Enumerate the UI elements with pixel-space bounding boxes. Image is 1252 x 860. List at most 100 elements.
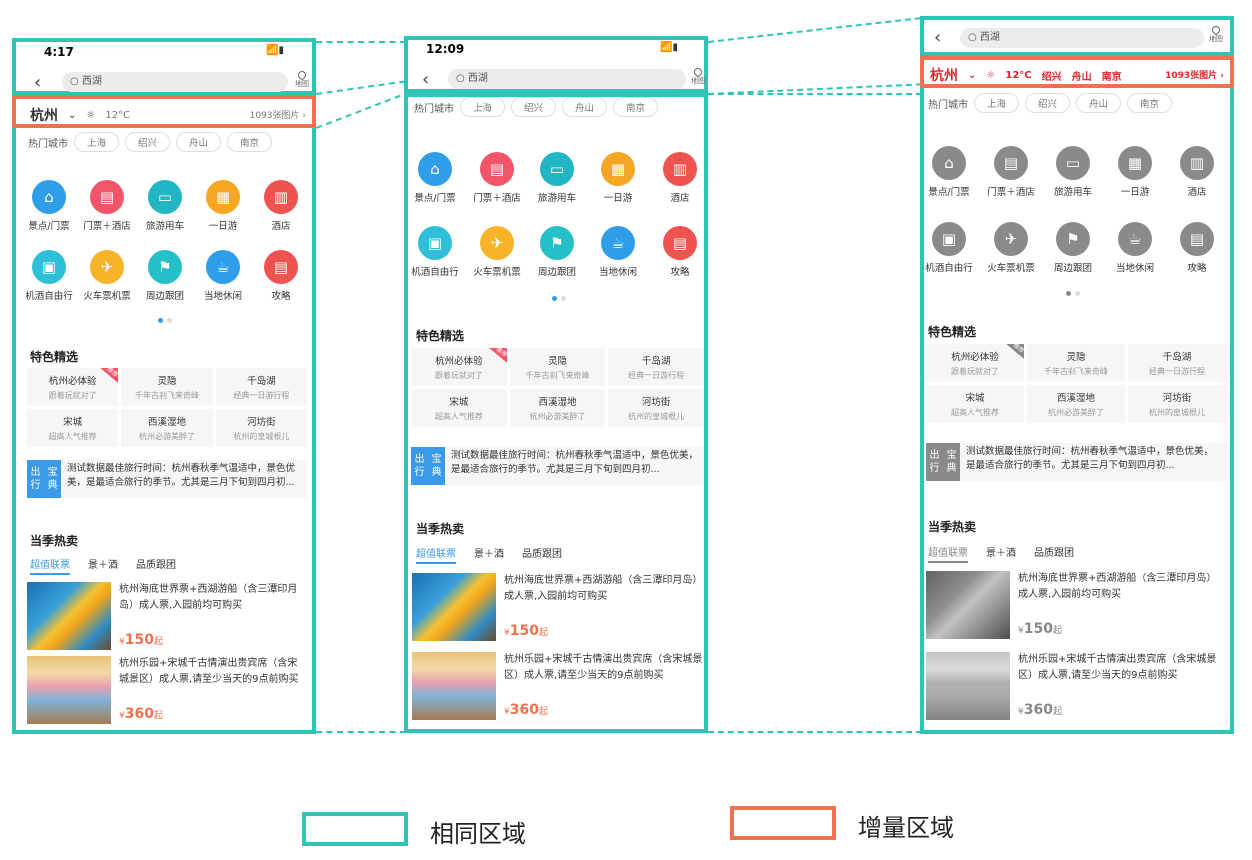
featured-item[interactable]: 西溪湿地 杭州必游美醉了	[1027, 385, 1125, 423]
tab[interactable]: 品质跟团	[136, 556, 176, 575]
icon-train[interactable]: ✈ 火车票机票	[982, 222, 1040, 274]
tab[interactable]: 景＋酒	[474, 545, 504, 564]
icon-hotel[interactable]: ▥ 酒店	[1168, 146, 1226, 198]
featured-item[interactable]: 千岛湖 经典一日游行程	[1128, 344, 1226, 382]
product-item[interactable]: 杭州乐园+宋城千古情演出贵宾席（含宋城景区）成人票,请至少当天的9点前购买 ¥36…	[926, 652, 1226, 720]
city-chip[interactable]: 南京	[1102, 68, 1122, 83]
icon-guide[interactable]: ▤ 攻略	[1168, 222, 1226, 274]
tab[interactable]: 超值联票	[928, 544, 968, 563]
featured-item[interactable]: 灵隐 千年古刹飞来奇峰	[1027, 344, 1125, 382]
icon-car[interactable]: ▭ 旅游用车	[1044, 146, 1102, 198]
travel-guide[interactable]: 出行 宝典 测试数据最佳旅行时间：杭州春秋季气温适中，景色优美，是最适合旅行的季节…	[27, 460, 307, 498]
icon-train[interactable]: ✈ 火车票机票	[468, 226, 526, 278]
icon-guide[interactable]: ▤ 攻略	[651, 226, 709, 278]
featured-item[interactable]: 河坊街 杭州的皇城根儿	[1128, 385, 1226, 423]
city-chip[interactable]: 绍兴	[1042, 68, 1062, 83]
city-chip[interactable]: 南京	[227, 132, 273, 152]
product-item[interactable]: 杭州乐园+宋城千古情演出贵宾席（含宋城景区）成人票,请至少当天的9点前购买 ¥36…	[412, 652, 704, 720]
travel-guide[interactable]: 出行 宝典 测试数据最佳旅行时间：杭州春秋季气温适中，景色优美，是最适合旅行的季节…	[411, 447, 704, 485]
icon-dayTrip[interactable]: ▦ 一日游	[1106, 146, 1164, 198]
back-icon[interactable]: ‹	[934, 28, 941, 48]
icon-leisure[interactable]: ☕ 当地休闲	[1106, 222, 1164, 274]
back-icon[interactable]: ‹	[422, 70, 429, 90]
connector-line	[316, 41, 406, 43]
legend-inc-label: 增量区域	[858, 814, 954, 842]
photo-count[interactable]: 1093张图片 ›	[1165, 68, 1224, 81]
featured-item[interactable]: 杭州必体验 跟着玩就对了 推荐	[926, 344, 1024, 382]
icon-leisure[interactable]: ☕ 当地休闲	[589, 226, 647, 278]
icon-flight-hotel[interactable]: ▣ 机酒自由行	[920, 222, 978, 274]
city-chip[interactable]: 舟山	[1072, 68, 1092, 83]
featured-item[interactable]: 杭州必体验 跟着玩就对了 推荐	[411, 348, 507, 386]
icon-label: 门票＋酒店	[473, 193, 521, 204]
chevron-down-icon[interactable]: ⌄	[68, 110, 76, 121]
icon-scenic[interactable]: ⌂ 景点/门票	[920, 146, 978, 198]
tab[interactable]: 景＋酒	[88, 556, 118, 575]
icon-ticket-hotel[interactable]: ▤ 门票＋酒店	[982, 146, 1040, 198]
city-chip[interactable]: 舟山	[562, 97, 608, 117]
city-chip[interactable]: 绍兴	[1025, 93, 1071, 113]
featured-item[interactable]: 灵隐 千年古刹飞来奇峰	[121, 368, 213, 406]
city-chip[interactable]: 舟山	[176, 132, 222, 152]
icon-guide[interactable]: ▤ 攻略	[252, 250, 310, 302]
icon-flight-hotel[interactable]: ▣ 机酒自由行	[406, 226, 464, 278]
city-chip[interactable]: 上海	[460, 97, 506, 117]
search-input[interactable]: ○ 西湖	[960, 28, 1204, 48]
map-button[interactable]: 地图	[1208, 24, 1224, 43]
city-chip[interactable]: 南京	[613, 97, 659, 117]
product-item[interactable]: 杭州乐园+宋城千古情演出贵宾席（含宋城景区）成人票,请至少当天的9点前购买 ¥36…	[27, 656, 307, 724]
city-chip[interactable]: 绍兴	[511, 97, 557, 117]
tab[interactable]: 品质跟团	[522, 545, 562, 564]
icon-tour[interactable]: ⚑ 周边跟团	[1044, 222, 1102, 274]
icon-car[interactable]: ▭ 旅游用车	[136, 180, 194, 232]
map-button[interactable]: 地图	[690, 66, 706, 85]
icon-dayTrip[interactable]: ▦ 一日游	[194, 180, 252, 232]
featured-item[interactable]: 千岛湖 经典一日游行程	[215, 368, 307, 406]
icon-flight-hotel[interactable]: ▣ 机酒自由行	[20, 250, 78, 302]
icon-hotel[interactable]: ▥ 酒店	[651, 152, 709, 204]
chevron-down-icon[interactable]: ⌄	[968, 70, 976, 81]
icon-train[interactable]: ✈ 火车票机票	[78, 250, 136, 302]
city-chip[interactable]: 上海	[974, 93, 1020, 113]
icon-scenic[interactable]: ⌂ 景点/门票	[406, 152, 464, 204]
featured-item[interactable]: 灵隐 千年古刹飞来奇峰	[509, 348, 606, 386]
search-input[interactable]: ○ 西湖	[448, 69, 686, 89]
section-title: 特色精选	[416, 329, 465, 343]
product-item[interactable]: 杭州海底世界票+西湖游船（含三潭印月岛）成人票,入园前均可购买 ¥150起	[412, 573, 704, 641]
travel-guide[interactable]: 出行 宝典 测试数据最佳旅行时间：杭州春秋季气温适中，景色优美，是最适合旅行的季节…	[926, 443, 1226, 481]
icon-dayTrip[interactable]: ▦ 一日游	[589, 152, 647, 204]
tab[interactable]: 景＋酒	[986, 544, 1016, 563]
photo-count[interactable]: 1093张图片 ›	[250, 108, 306, 121]
icon-hotel[interactable]: ▥ 酒店	[252, 180, 310, 232]
city-chip[interactable]: 舟山	[1076, 93, 1122, 113]
search-input[interactable]: ○ 西湖	[62, 72, 288, 92]
featured-item[interactable]: 宋城 超高人气推荐	[27, 409, 119, 447]
city-chip[interactable]: 上海	[74, 132, 120, 152]
icon-ticket-hotel[interactable]: ▤ 门票＋酒店	[78, 180, 136, 232]
featured-item[interactable]: 杭州必体验 跟着玩就对了 推荐	[27, 368, 119, 406]
city-name[interactable]: 杭州	[930, 65, 958, 85]
featured-item[interactable]: 西溪湿地 杭州必游美醉了	[121, 409, 213, 447]
back-icon[interactable]: ‹	[34, 73, 41, 93]
icon-car[interactable]: ▭ 旅游用车	[528, 152, 586, 204]
featured-item[interactable]: 宋城 超高人气推荐	[926, 385, 1024, 423]
tab[interactable]: 品质跟团	[1034, 544, 1074, 563]
product-item[interactable]: 杭州海底世界票+西湖游船（含三潭印月岛）成人票,入园前均可购买 ¥150起	[926, 571, 1226, 639]
featured-item[interactable]: 千岛湖 经典一日游行程	[608, 348, 704, 386]
city-chip[interactable]: 南京	[1127, 93, 1173, 113]
tab[interactable]: 超值联票	[30, 556, 70, 575]
featured-item[interactable]: 宋城 超高人气推荐	[411, 389, 507, 427]
featured-item[interactable]: 河坊街 杭州的皇城根儿	[215, 409, 307, 447]
icon-leisure[interactable]: ☕ 当地休闲	[194, 250, 252, 302]
icon-scenic[interactable]: ⌂ 景点/门票	[20, 180, 78, 232]
product-item[interactable]: 杭州海底世界票+西湖游船（含三潭印月岛）成人票,入园前均可购买 ¥150起	[27, 582, 307, 650]
icon-tour[interactable]: ⚑ 周边跟团	[136, 250, 194, 302]
map-button[interactable]: 地图	[294, 69, 310, 88]
icon-ticket-hotel[interactable]: ▤ 门票＋酒店	[468, 152, 526, 204]
city-name[interactable]: 杭州	[30, 105, 58, 125]
featured-item[interactable]: 河坊街 杭州的皇城根儿	[608, 389, 704, 427]
featured-item[interactable]: 西溪湿地 杭州必游美醉了	[509, 389, 606, 427]
icon-tour[interactable]: ⚑ 周边跟团	[528, 226, 586, 278]
tab[interactable]: 超值联票	[416, 545, 456, 564]
city-chip[interactable]: 绍兴	[125, 132, 171, 152]
